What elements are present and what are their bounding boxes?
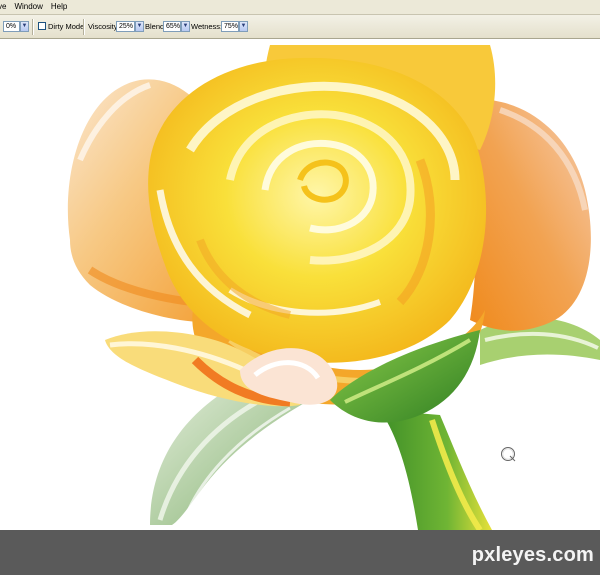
separator bbox=[83, 19, 85, 35]
separator bbox=[32, 19, 34, 35]
first-value-field[interactable]: 0% bbox=[3, 21, 20, 32]
viscosity-label: Viscosity: bbox=[88, 22, 120, 31]
menu-item-view[interactable]: ve bbox=[0, 0, 10, 14]
chevron-down-icon[interactable]: ▼ bbox=[239, 21, 248, 32]
tool-options-bar: 0% ▼ Dirty Mode Viscosity: 25% ▼ Blend: … bbox=[0, 15, 600, 39]
wetness-field[interactable]: 75% bbox=[221, 21, 239, 32]
canvas-background-area: pxleyes.com bbox=[0, 530, 600, 575]
dirty-mode-label: Dirty Mode bbox=[48, 22, 85, 31]
menu-item-window[interactable]: Window bbox=[10, 0, 46, 14]
watermark: pxleyes.com bbox=[471, 544, 594, 566]
painting-canvas[interactable] bbox=[0, 40, 600, 530]
menu-bar: ve Window Help bbox=[0, 0, 600, 15]
viscosity-field[interactable]: 25% bbox=[116, 21, 135, 32]
menu-item-help[interactable]: Help bbox=[47, 0, 71, 14]
brush-cursor-icon bbox=[500, 446, 516, 462]
wetness-label: Wetness: bbox=[191, 22, 223, 31]
dirty-mode-checkbox[interactable] bbox=[38, 22, 46, 30]
chevron-down-icon[interactable]: ▼ bbox=[135, 21, 144, 32]
blend-field[interactable]: 65% bbox=[163, 21, 181, 32]
chevron-down-icon[interactable]: ▼ bbox=[20, 21, 29, 32]
chevron-down-icon[interactable]: ▼ bbox=[181, 21, 190, 32]
